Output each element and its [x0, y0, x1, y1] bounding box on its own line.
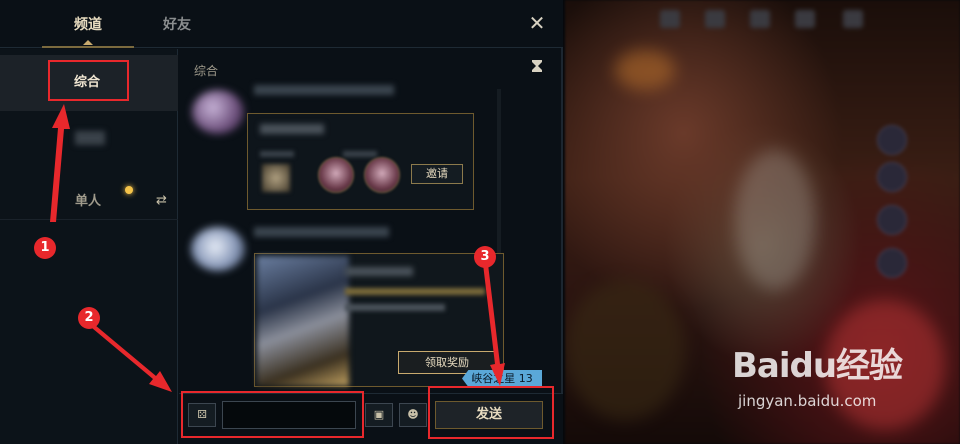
reward-card: 领取奖励	[254, 253, 504, 387]
sidebar-divider	[0, 219, 178, 220]
scene-character	[735, 150, 815, 290]
invite-card-subtext-blurred	[260, 151, 294, 157]
scene-glow	[565, 280, 685, 420]
channel-sidebar: 综合 单人 ⇄	[0, 49, 178, 444]
highlight-input	[181, 391, 364, 438]
reward-text-blurred	[345, 288, 485, 295]
scene-glow	[615, 50, 675, 90]
status-dot-icon	[125, 186, 133, 194]
highlight-general	[48, 60, 129, 101]
scene-round-button[interactable]	[877, 248, 907, 278]
baidu-watermark: Baidu经验 jingyan.baidu.com	[732, 338, 903, 410]
step-marker-3: 3	[474, 246, 496, 268]
avatar	[364, 157, 400, 193]
blurred-username	[254, 227, 389, 237]
reward-title-blurred	[345, 267, 413, 276]
scene-icon[interactable]	[705, 10, 725, 28]
avatar[interactable]	[192, 90, 244, 134]
blurred-username	[254, 85, 394, 95]
invite-card-text-blurred	[260, 124, 324, 134]
invite-card-subtext-blurred	[343, 151, 377, 157]
avatar	[318, 157, 354, 193]
watermark-logo: Baidu经验	[732, 346, 903, 386]
reward-artwork	[257, 256, 349, 386]
sidebar-item-solo[interactable]: 单人	[75, 190, 101, 209]
avatar[interactable]	[191, 227, 245, 271]
smile-icon[interactable]: ☻	[399, 403, 427, 427]
sidebar-item-blurred[interactable]	[75, 131, 105, 145]
step-marker-1: 1	[34, 237, 56, 259]
scene-icon[interactable]	[660, 10, 680, 28]
watermark-url: jingyan.baidu.com	[738, 392, 877, 410]
scene-round-button[interactable]	[877, 205, 907, 235]
scene-round-button[interactable]	[877, 125, 907, 155]
scene-icon[interactable]	[750, 10, 770, 28]
active-tab-caret	[83, 40, 93, 45]
highlight-send	[428, 386, 554, 439]
scene-icon[interactable]	[795, 10, 815, 28]
tab-friends[interactable]: 好友	[163, 14, 191, 34]
tab-channel[interactable]: 频道	[74, 14, 102, 34]
top-tab-bar: 频道 好友 ✕	[0, 0, 563, 48]
scene-icon[interactable]	[843, 10, 863, 28]
invite-card: 邀请	[247, 113, 474, 210]
close-icon[interactable]: ✕	[527, 12, 547, 34]
hourglass-icon[interactable]	[531, 59, 543, 73]
invite-button[interactable]: 邀请	[411, 164, 463, 184]
swap-icon[interactable]: ⇄	[156, 193, 167, 208]
step-marker-2: 2	[78, 307, 100, 329]
rift-star-badge: 峡谷之星 13	[462, 370, 542, 387]
scene-round-button[interactable]	[877, 162, 907, 192]
channel-title: 综合	[194, 64, 219, 78]
chat-message-area: 综合 邀请 领取奖励 峡谷之星 13	[179, 49, 563, 393]
photo-icon[interactable]: ▣	[365, 403, 393, 427]
active-tab-underline	[42, 46, 134, 48]
champion-icon	[262, 164, 290, 192]
reward-text-blurred	[345, 304, 445, 311]
